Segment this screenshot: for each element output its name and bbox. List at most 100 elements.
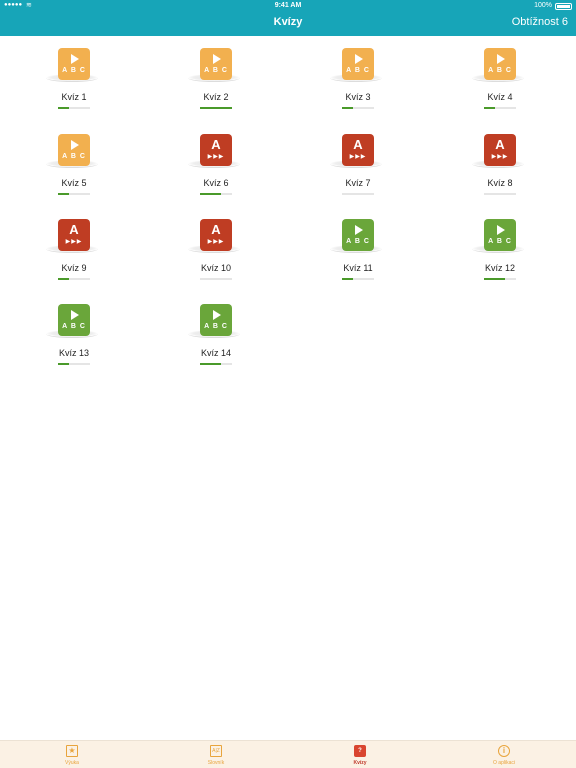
abc-text: A B C [346,238,370,245]
quiz-tile[interactable]: A B C Kvíz 1 [0,36,142,122]
progress-bar [200,363,232,365]
progress-bar [58,278,90,280]
letter-text: A [211,222,221,237]
progress-bar [484,107,516,109]
quiz-tile[interactable]: A B C Kvíz 4 [426,36,568,122]
play-icon [355,225,363,235]
progress-bar [484,193,516,195]
quiz-label: Kvíz 14 [200,348,231,358]
letter-text: A [495,137,505,152]
star-icon: ★ [66,745,78,757]
progress-fill [484,107,496,109]
letter-a-icon: A ▶▶▶ [342,134,374,166]
arrows-icon: ▶▶▶ [207,154,225,160]
quiz-tile[interactable]: A ▶▶▶ Kvíz 8 [426,122,568,208]
letter-a-icon: A ▶▶▶ [200,219,232,251]
play-abc-icon: A B C [342,219,374,251]
quiz-label: Kvíz 8 [487,178,513,188]
progress-bar [58,363,90,365]
tab-bar: ★ Výuka A|Z Slovník ? Kvízy i O aplikaci [0,740,576,768]
play-abc-icon: A B C [342,48,374,80]
abc-text: A B C [346,67,370,74]
play-abc-icon: A B C [58,48,90,80]
arrows-icon: ▶▶▶ [207,239,225,245]
quiz-label: Kvíz 11 [343,263,373,273]
quiz-tile[interactable]: A B C Kvíz 2 [142,36,284,122]
quiz-label: Kvíz 5 [61,178,87,188]
arrows-icon: ▶▶▶ [491,154,509,160]
tab-slovnik[interactable]: A|Z Slovník [144,741,288,768]
letter-a-icon: A ▶▶▶ [484,134,516,166]
arrows-icon: ▶▶▶ [349,154,367,160]
quiz-tile[interactable]: A ▶▶▶ Kvíz 6 [142,122,284,208]
quiz-tile[interactable]: A B C Kvíz 11 [284,207,426,293]
progress-bar [342,278,374,280]
arrows-icon: ▶▶▶ [65,239,83,245]
abc-text: A B C [488,67,512,74]
tab-o-aplikaci[interactable]: i O aplikaci [432,741,576,768]
progress-fill [200,193,221,195]
difficulty-button[interactable]: Obtížnost 6 [512,16,568,28]
quiz-tile[interactable]: A B C Kvíz 3 [284,36,426,122]
progress-fill [58,278,70,280]
abc-text: A B C [62,153,86,160]
tab-label: Kvízy [353,760,367,766]
progress-bar [58,107,90,109]
quiz-tile[interactable]: A B C Kvíz 14 [142,292,284,378]
quiz-grid: A B C Kvíz 1 A B C Kvíz 2 A B C Kvíz 3 A B C Kv… [0,36,576,740]
battery-icon [555,3,572,10]
play-icon [213,54,221,64]
tab-vyuka[interactable]: ★ Výuka [0,741,144,768]
play-abc-icon: A B C [200,304,232,336]
tab-kvizy[interactable]: ? Kvízy [288,741,432,768]
play-icon [71,140,79,150]
progress-fill [342,107,354,109]
dictionary-icon: A|Z [210,745,222,757]
quiz-tile[interactable]: A B C Kvíz 13 [0,292,142,378]
progress-bar [342,107,374,109]
progress-fill [58,107,70,109]
play-icon [497,54,505,64]
page-title: Kvízy [273,16,303,28]
progress-bar [484,278,516,280]
play-icon [213,310,221,320]
progress-bar [200,107,232,109]
progress-bar [342,193,374,195]
quiz-label: Kvíz 4 [487,92,513,102]
letter-a-icon: A ▶▶▶ [200,134,232,166]
progress-fill [200,363,221,365]
top-bar: ●●●●● ≋ 9:41 AM 100% Kvízy Obtížnost 6 [0,0,576,36]
play-icon [497,225,505,235]
progress-fill [58,363,70,365]
quiz-tile[interactable]: A B C Kvíz 12 [426,207,568,293]
quiz-icon: ? [354,745,366,757]
quiz-label: Kvíz 6 [203,178,229,188]
letter-text: A [353,137,363,152]
abc-text: A B C [488,238,512,245]
quiz-label: Kvíz 10 [200,263,231,273]
abc-text: A B C [204,67,228,74]
play-abc-icon: A B C [58,134,90,166]
quiz-label: Kvíz 2 [203,92,229,102]
quiz-label: Kvíz 7 [345,178,371,188]
abc-text: A B C [204,323,228,330]
play-abc-icon: A B C [484,219,516,251]
abc-text: A B C [62,323,86,330]
quiz-tile[interactable]: A ▶▶▶ Kvíz 9 [0,207,142,293]
quiz-tile[interactable]: A ▶▶▶ Kvíz 7 [284,122,426,208]
status-time: 9:41 AM [274,2,302,9]
progress-fill [200,107,232,109]
play-abc-icon: A B C [200,48,232,80]
tab-label: Výuka [65,760,79,766]
progress-bar [200,193,232,195]
battery-percent: 100% [534,2,552,9]
tab-label: O aplikaci [493,760,515,766]
info-icon: i [498,745,510,757]
progress-fill [484,278,505,280]
progress-fill [342,278,354,280]
play-abc-icon: A B C [58,304,90,336]
quiz-tile[interactable]: A ▶▶▶ Kvíz 10 [142,207,284,293]
quiz-label: Kvíz 12 [484,263,515,273]
quiz-tile[interactable]: A B C Kvíz 5 [0,122,142,208]
progress-bar [58,193,90,195]
